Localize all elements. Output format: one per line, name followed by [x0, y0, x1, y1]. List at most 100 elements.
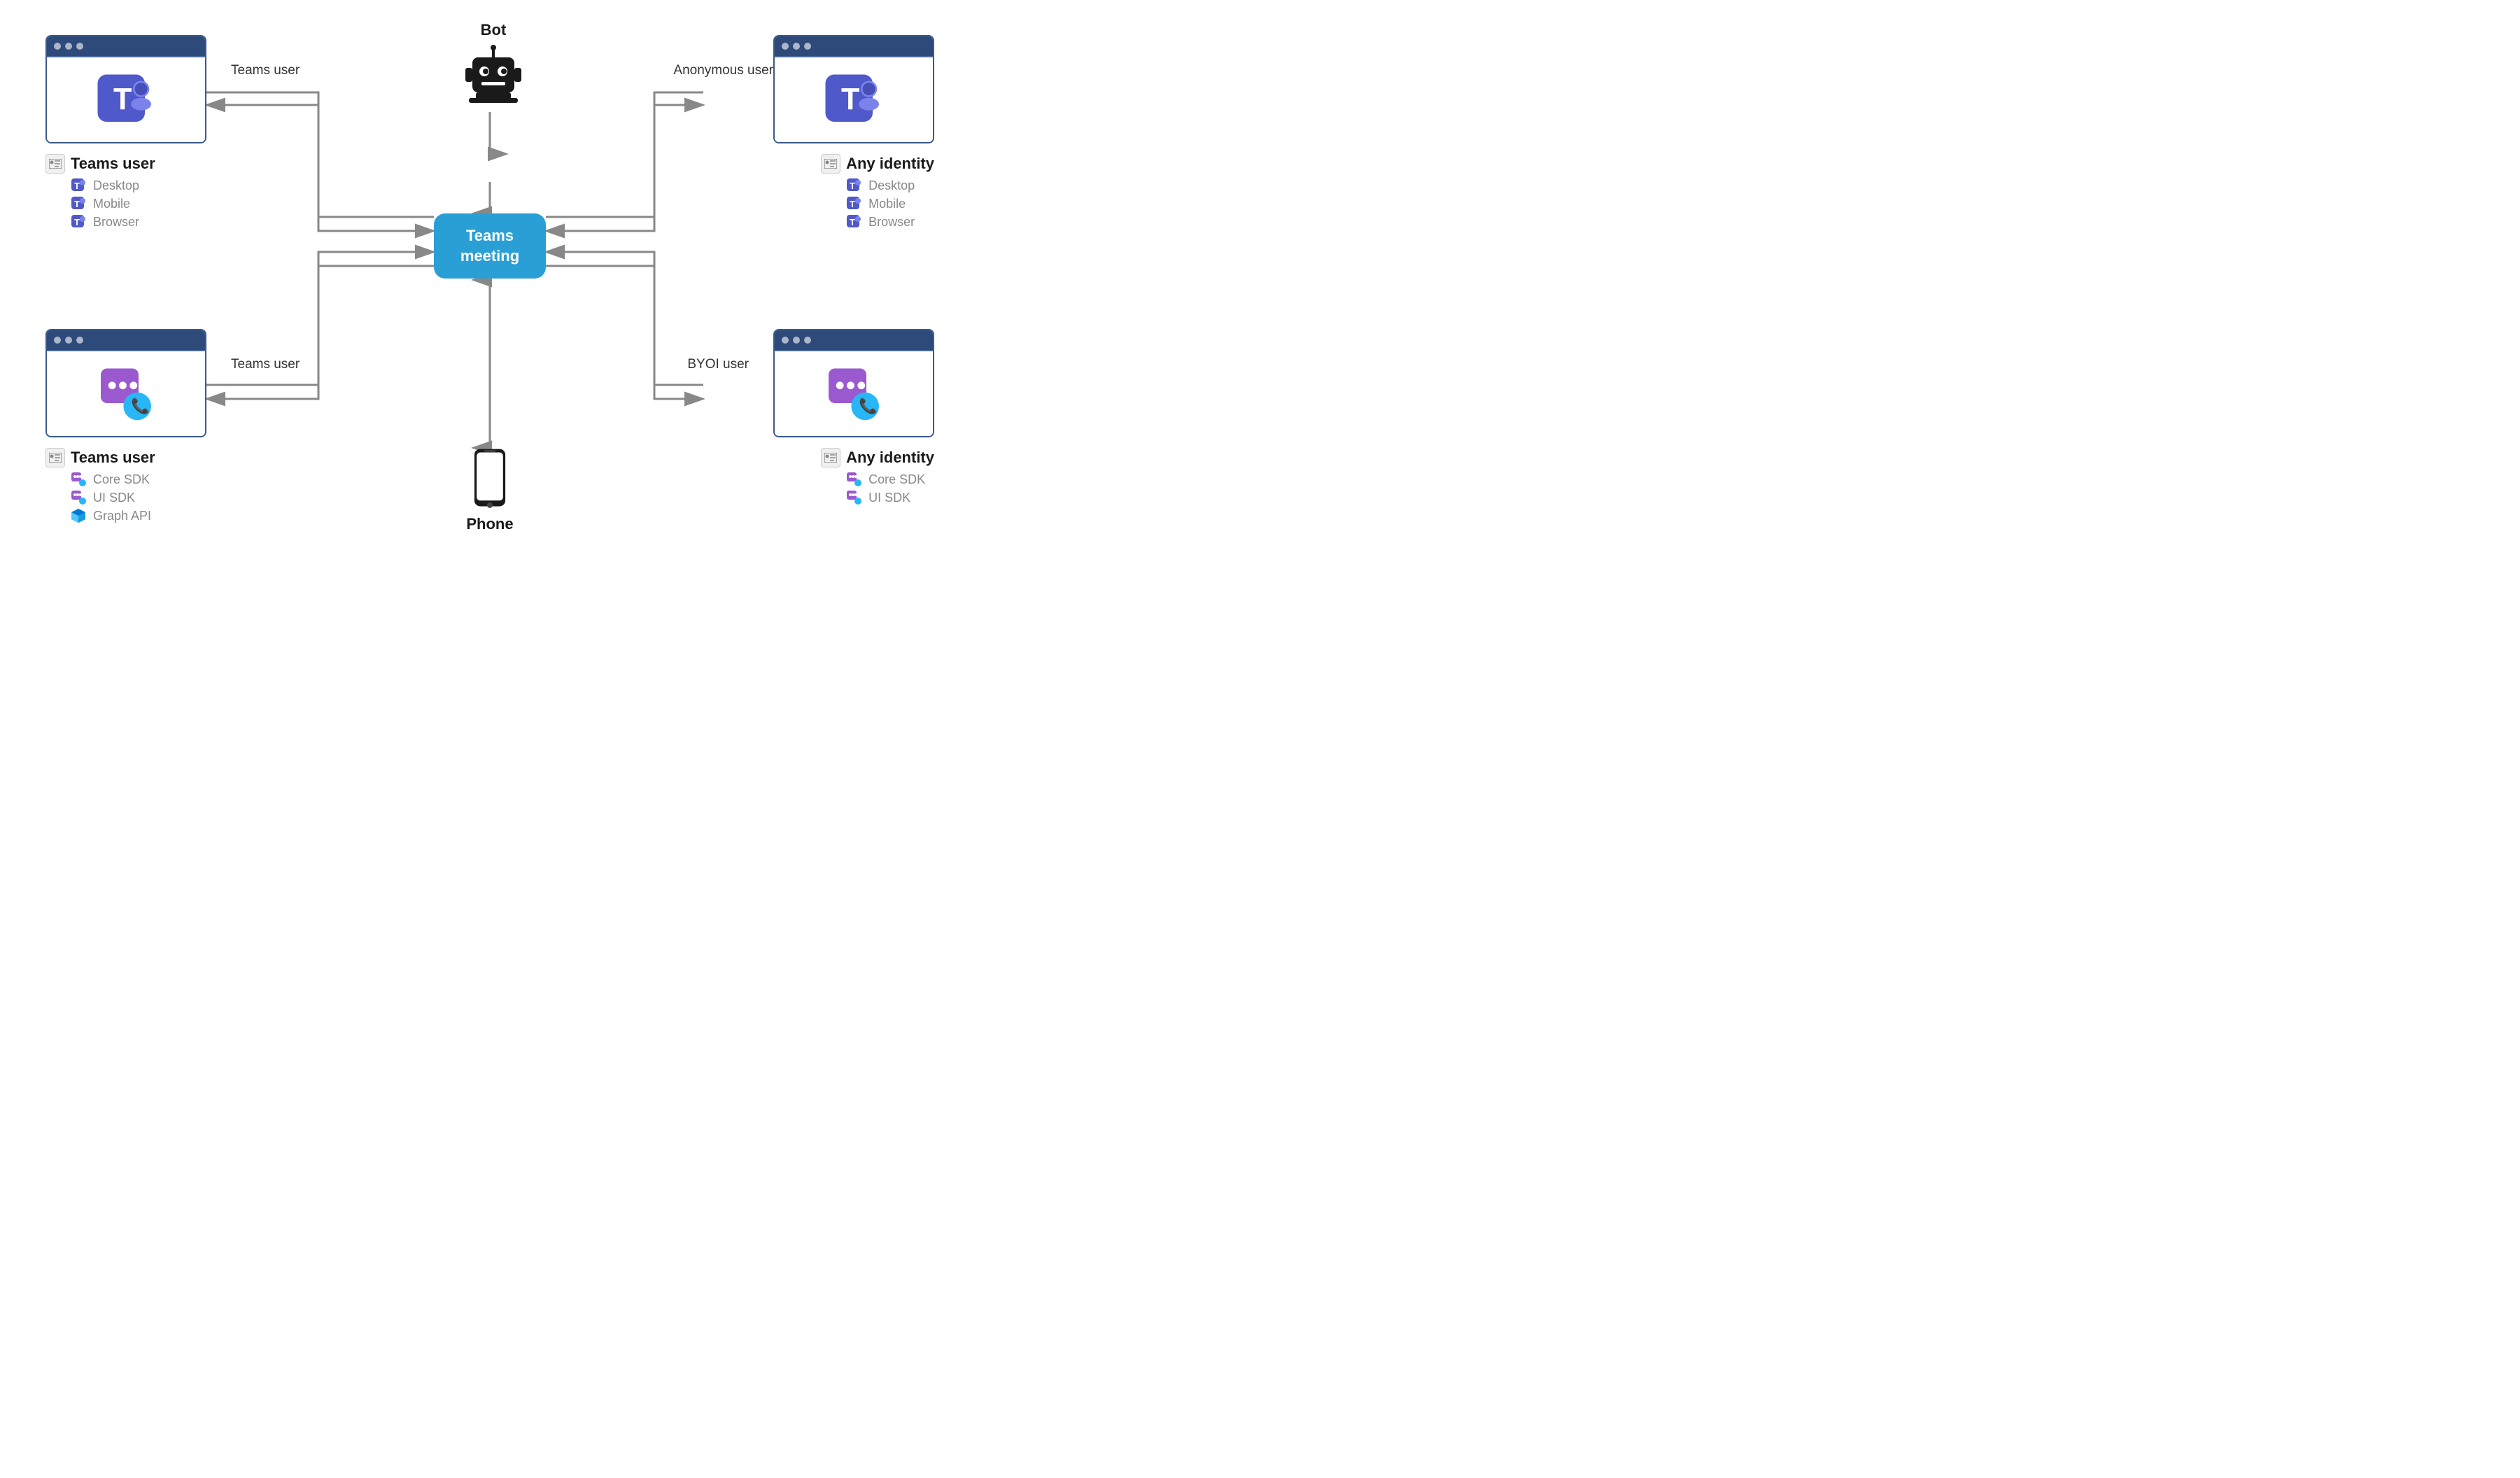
- browser-dot-br-3: [804, 337, 811, 344]
- top-right-item-mobile: T Mobile: [821, 196, 934, 211]
- teams-meeting-box: Teams meeting: [434, 213, 546, 279]
- top-right-item-desktop: T Desktop: [821, 178, 934, 193]
- browser-dot-bl-3: [76, 337, 83, 344]
- bottom-left-graphapi-label: Graph API: [93, 509, 151, 523]
- browser-dot-br-2: [793, 337, 800, 344]
- arrow-label-bottom-right: BYOI user: [687, 357, 749, 372]
- top-right-item-browser: T Browser: [821, 214, 934, 230]
- svg-text:T: T: [850, 199, 855, 209]
- browser-dot-tr-2: [793, 43, 800, 50]
- browser-body-tl: T: [47, 56, 205, 142]
- bottom-right-card-title: Any identity: [846, 449, 934, 467]
- arrow-label-bottom-left: Teams user: [231, 357, 300, 372]
- browser-dot-bl-1: [54, 337, 61, 344]
- bot-icon: [462, 43, 525, 106]
- bottom-right-info-card: Any identity Core SDK UI SDK: [821, 448, 934, 505]
- teams-icon-browser-tr: T: [846, 214, 861, 230]
- svg-text:T: T: [74, 181, 80, 191]
- top-left-item-mobile: T Mobile: [45, 196, 155, 211]
- browser-titlebar-tl: [47, 36, 205, 56]
- browser-dot-br-1: [782, 337, 789, 344]
- browser-dot-tr-3: [804, 43, 811, 50]
- svg-text:T: T: [113, 83, 132, 116]
- top-left-browser-label: Browser: [93, 215, 139, 230]
- sdk-logo-br: 📞: [822, 364, 885, 423]
- bottom-right-uisdk-label: UI SDK: [868, 491, 910, 505]
- browser-dot-tr-1: [782, 43, 789, 50]
- browser-dot-1: [54, 43, 61, 50]
- teams-icon-desktop-tr: T: [846, 178, 861, 193]
- svg-text:📞: 📞: [131, 397, 150, 415]
- teams-meeting-label-line1: Teams: [466, 227, 514, 244]
- bottom-left-card-title: Teams user: [71, 449, 155, 467]
- sdk-icon-coresdk-br: [846, 472, 861, 487]
- browser-body-br: 📞: [775, 350, 933, 436]
- arrow-label-top-right: Anonymous user: [673, 63, 773, 78]
- bottom-left-item-coresdk: Core SDK: [45, 472, 155, 487]
- bottom-left-uisdk-label: UI SDK: [93, 491, 135, 505]
- browser-titlebar-br: [775, 330, 933, 350]
- svg-text:T: T: [841, 83, 859, 116]
- top-left-desktop-label: Desktop: [93, 178, 139, 193]
- browser-titlebar-bl: [47, 330, 205, 350]
- svg-text:T: T: [850, 181, 855, 191]
- top-right-desktop-label: Desktop: [868, 178, 915, 193]
- bot-label: Bot: [481, 21, 507, 39]
- top-left-mobile-label: Mobile: [93, 197, 130, 211]
- sdk-icon-uisdk-br: [846, 490, 861, 505]
- bottom-left-info-card: Teams user Core SDK UI SDK: [45, 448, 155, 523]
- bottom-right-card-header: Any identity: [821, 448, 934, 467]
- browser-body-bl: 📞: [47, 350, 205, 436]
- arrow-label-top-left: Teams user: [231, 63, 300, 78]
- browser-dot-3: [76, 43, 83, 50]
- top-left-item-browser: T Browser: [45, 214, 155, 230]
- bottom-left-card-icon: [45, 448, 65, 467]
- top-left-info-card: Teams user T Desktop T Mobile T: [45, 154, 155, 230]
- bottom-left-item-graphapi: Graph API: [45, 508, 155, 523]
- top-left-browser-window: T: [45, 35, 206, 143]
- teams-meeting-label-line2: meeting: [460, 247, 519, 265]
- svg-text:T: T: [74, 199, 80, 209]
- svg-text:T: T: [74, 217, 80, 227]
- browser-titlebar-tr: [775, 36, 933, 56]
- top-left-card-icon: [45, 154, 65, 174]
- bottom-left-item-uisdk: UI SDK: [45, 490, 155, 505]
- teams-icon-desktop-tl: T: [71, 178, 86, 193]
- top-right-mobile-label: Mobile: [868, 197, 906, 211]
- top-right-info-card: Any identity T Desktop T Mobile T: [821, 154, 934, 230]
- top-right-card-header: Any identity: [821, 154, 934, 174]
- teams-icon-browser-tl: T: [71, 214, 86, 230]
- teams-icon-mobile-tr: T: [846, 196, 861, 211]
- teams-icon-mobile-tl: T: [71, 196, 86, 211]
- top-right-card-icon: [821, 154, 840, 174]
- svg-text:T: T: [850, 217, 855, 227]
- top-right-card-title: Any identity: [846, 155, 934, 173]
- bottom-left-browser-window: 📞: [45, 329, 206, 437]
- browser-body-tr: T: [775, 56, 933, 142]
- browser-dot-bl-2: [65, 337, 72, 344]
- graph-api-icon-bl: [71, 508, 86, 523]
- bottom-right-item-coresdk: Core SDK: [821, 472, 934, 487]
- top-left-card-header: Teams user: [45, 154, 155, 174]
- teams-logo-tl: T: [94, 70, 157, 129]
- bottom-right-coresdk-label: Core SDK: [868, 472, 925, 487]
- sdk-icon-uisdk-bl: [71, 490, 86, 505]
- phone-icon: [465, 448, 514, 511]
- bottom-right-browser-window: 📞: [773, 329, 934, 437]
- bottom-left-card-header: Teams user: [45, 448, 155, 467]
- svg-text:📞: 📞: [859, 397, 878, 415]
- phone-container: Phone: [458, 448, 521, 533]
- top-right-browser-label: Browser: [868, 215, 915, 230]
- bot-container: Bot: [451, 21, 535, 106]
- diagram: T Teams user: [17, 14, 962, 560]
- bottom-right-item-uisdk: UI SDK: [821, 490, 934, 505]
- top-left-item-desktop: T Desktop: [45, 178, 155, 193]
- bottom-right-card-icon: [821, 448, 840, 467]
- browser-dot-2: [65, 43, 72, 50]
- bottom-left-coresdk-label: Core SDK: [93, 472, 150, 487]
- top-right-browser-window: T: [773, 35, 934, 143]
- top-left-card-title: Teams user: [71, 155, 155, 173]
- sdk-icon-coresdk-bl: [71, 472, 86, 487]
- phone-label: Phone: [466, 515, 513, 533]
- teams-logo-tr: T: [822, 70, 885, 129]
